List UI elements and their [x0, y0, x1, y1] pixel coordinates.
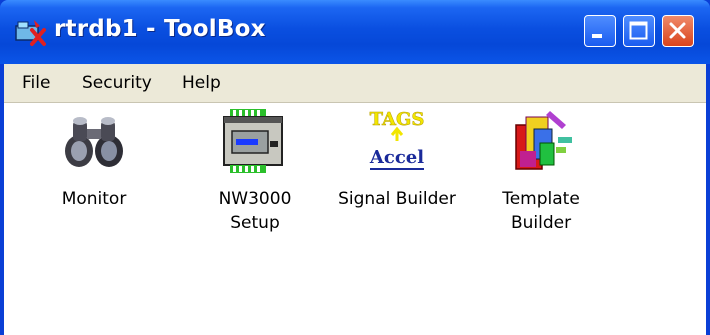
- menu-file[interactable]: File: [22, 73, 50, 93]
- tags-accel-icon: TAGS Accel: [369, 109, 425, 170]
- close-button[interactable]: [662, 15, 694, 47]
- minimize-icon: [592, 34, 602, 38]
- title-bar[interactable]: rtrdb1 - ToolBox: [0, 0, 710, 64]
- toolbox-window: rtrdb1 - ToolBox File Security Help Moni…: [0, 0, 710, 335]
- minimize-button[interactable]: [584, 15, 616, 47]
- menu-security[interactable]: Security: [82, 73, 152, 93]
- menu-bar: File Security Help: [4, 64, 706, 103]
- network-device-icon: [223, 109, 283, 173]
- maximize-button[interactable]: [623, 15, 655, 47]
- binoculars-icon: [65, 117, 123, 167]
- toolbox-icon: [15, 20, 46, 46]
- tool-label-monitor: Monitor: [61, 189, 127, 209]
- window-title: rtrdb1 - ToolBox: [54, 16, 266, 42]
- tool-label-nw3000-setup: NW3000 Setup: [218, 189, 292, 233]
- close-icon: [669, 22, 686, 39]
- tool-label-template-builder: Template Builder: [502, 189, 580, 233]
- maximize-icon: [629, 21, 648, 40]
- template-blocks-icon: [515, 111, 572, 170]
- tool-label-signal-builder: Signal Builder: [338, 189, 456, 209]
- menu-help[interactable]: Help: [182, 73, 221, 93]
- tool-area: Monitor NW3000 Setup TAGS Accel Signal B…: [4, 103, 706, 335]
- icon-text-accel: Accel: [369, 147, 424, 168]
